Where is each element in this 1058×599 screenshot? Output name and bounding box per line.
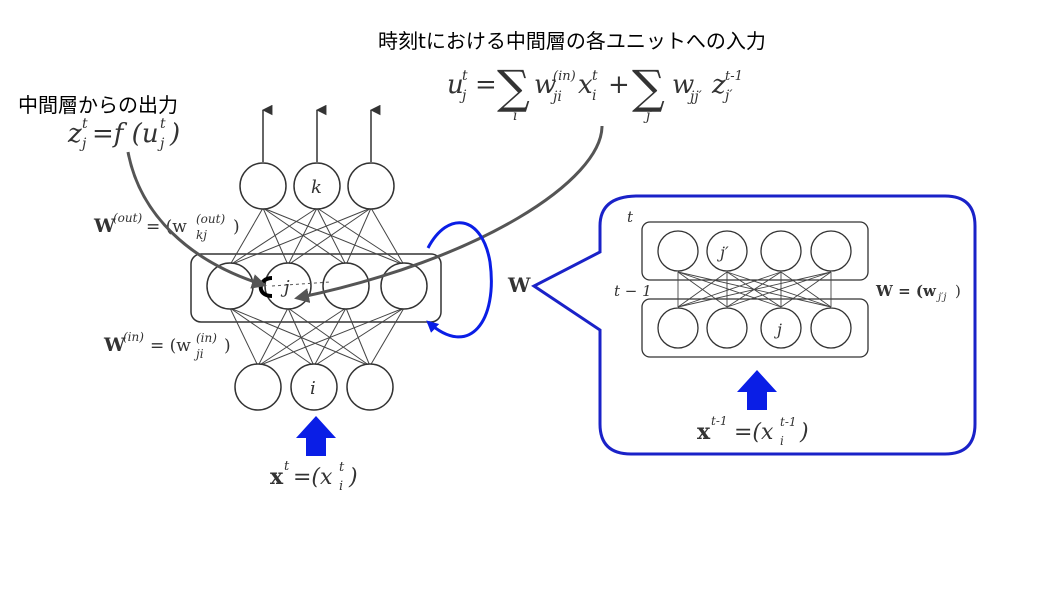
output-node-1 xyxy=(239,162,287,210)
recurrent-w-label: W xyxy=(507,273,531,297)
w-out-sup: (out) xyxy=(113,211,142,225)
rnn-diagram: 時刻tにおける中間層の各ユニットへの入力 中間層からの出力 u t j = ∑ … xyxy=(18,29,977,494)
input-node-3 xyxy=(346,363,394,411)
input-node-label: i xyxy=(310,378,316,399)
x-sup2: t xyxy=(339,460,345,475)
output-close-paren: ) xyxy=(169,119,180,149)
callout-w-eq: W = (w xyxy=(875,282,937,300)
w-in-label: W (in) = (w ji (in) ) xyxy=(103,330,231,361)
main-network xyxy=(190,104,442,411)
term2-z-sup: t-1 xyxy=(725,69,743,84)
callout-w-close: ) xyxy=(955,282,961,300)
formula-u-sup: t xyxy=(462,68,468,84)
x-bold: x xyxy=(270,464,284,490)
input-to-hidden-connections xyxy=(229,307,405,367)
output-annotation-title: 中間層からの出力 xyxy=(18,93,178,117)
term1-x-sub: i xyxy=(592,88,596,104)
output-z: z xyxy=(67,119,82,149)
callout-x-sub: i xyxy=(780,434,784,448)
callout-tm1-label: t − 1 xyxy=(614,282,652,300)
w-in-sup: (in) xyxy=(123,330,144,344)
callout-x-eq: =(x xyxy=(734,420,774,445)
callout-x-close: ) xyxy=(799,420,809,445)
x-close: ) xyxy=(348,465,358,490)
term1-x: x xyxy=(578,70,593,100)
term2-sub: jj′ xyxy=(687,89,703,105)
hidden-node-1 xyxy=(206,262,254,310)
callout-x-bold: x xyxy=(697,419,711,445)
w-in-close: ) xyxy=(224,336,231,356)
callout-x-sup2: t-1 xyxy=(780,415,797,429)
input-vector-label: x t =(x t i ) xyxy=(270,459,358,494)
output-node-label: k xyxy=(311,177,322,198)
term1-x-sup: t xyxy=(592,68,598,84)
w-out-sup2: (out) xyxy=(196,212,225,226)
callout-t-node-3 xyxy=(760,230,802,272)
callout-w-sub: j′j xyxy=(936,292,946,303)
callout-t-label: t xyxy=(627,208,634,226)
term2-z: z xyxy=(711,70,726,100)
x-sup: t xyxy=(284,459,290,474)
sum-index-i: i xyxy=(513,108,517,124)
w-out-close: ) xyxy=(233,217,240,237)
output-node-3 xyxy=(347,162,395,210)
formula-plus: + xyxy=(608,70,630,100)
callout-x-sup: t-1 xyxy=(711,414,728,428)
callout-bubble xyxy=(531,194,977,456)
callout-t-node-4 xyxy=(810,230,852,272)
w-in-sub: ji xyxy=(193,347,204,361)
input-node-1 xyxy=(234,363,282,411)
output-f-u: =f (u xyxy=(92,119,159,149)
output-formula: z t j =f (u t j ) xyxy=(67,116,180,152)
output-u-sup: t xyxy=(160,116,166,132)
x-eq: =(x xyxy=(293,465,333,490)
x-sub: i xyxy=(339,479,343,494)
formula-eq: = xyxy=(475,70,497,100)
input-annotation-title: 時刻tにおける中間層の各ユニットへの入力 xyxy=(378,29,766,53)
callout-tm1-node-4 xyxy=(810,307,852,349)
sum-symbol-1: ∑ xyxy=(497,60,530,114)
output-z-sup: t xyxy=(82,116,88,132)
callout-tm1-node-2 xyxy=(706,307,748,349)
term1-sup: (in) xyxy=(553,69,576,84)
input-formula: u t j = ∑ i w (in) ji x t i + ∑ j′ w jj′… xyxy=(447,60,743,124)
w-in-eq: = (w xyxy=(150,336,191,356)
w-out-sub: kj xyxy=(196,228,207,242)
w-in-sup2: (in) xyxy=(196,331,217,345)
input-blue-arrow xyxy=(296,416,336,456)
callout-tm1-node-1 xyxy=(657,307,699,349)
hidden-to-output-connections xyxy=(229,207,405,266)
sum-symbol-2: ∑ xyxy=(632,60,665,114)
callout-t-node-1 xyxy=(657,230,699,272)
